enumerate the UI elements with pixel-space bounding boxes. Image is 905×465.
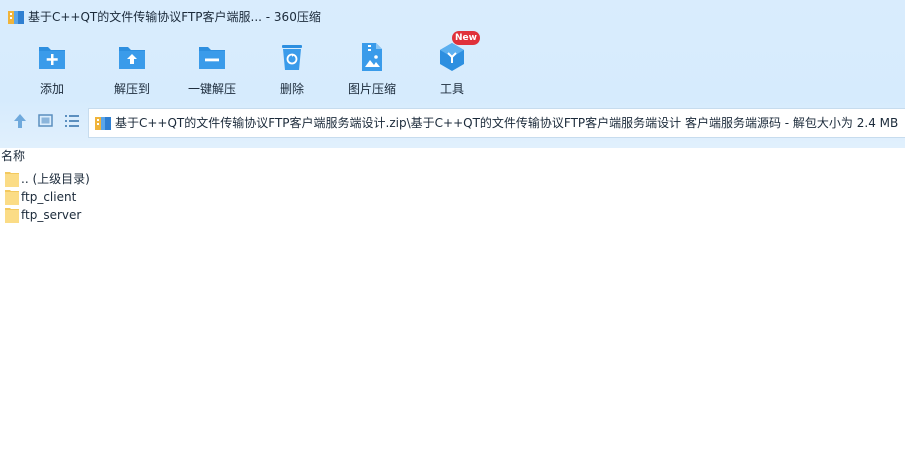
tools-cube-icon (440, 43, 464, 71)
toolbar: 添加 解压到 一键解压 删除 图片压缩 工具 New (0, 31, 905, 100)
image-compress-label: 图片压缩 (347, 82, 396, 96)
delete-label: 删除 (279, 82, 304, 96)
image-compress-button[interactable]: 图片压缩 (337, 40, 407, 98)
quick-extract-label: 一键解压 (187, 82, 236, 96)
quick-extract-button[interactable]: 一键解压 (177, 40, 247, 98)
folder-icon (5, 190, 19, 205)
archive-app-icon (8, 11, 24, 24)
list-item[interactable]: .. (上级目录) (3, 170, 203, 188)
folder-quick-extract-icon (199, 47, 225, 69)
add-label: 添加 (39, 82, 64, 96)
recycle-bin-icon (282, 45, 302, 70)
list-item-name: .. (上级目录) (21, 172, 90, 186)
list-item-name: ftp_client (21, 190, 77, 204)
list-item[interactable]: ftp_server (3, 206, 203, 224)
navigation-bar: 基于C++QT的文件传输协议FTP客户端服务端设计.zip\基于C++QT的文件… (0, 108, 905, 138)
tools-label: 工具 (439, 82, 464, 96)
column-header-name[interactable]: 名称 (0, 148, 25, 164)
extract-to-button[interactable]: 解压到 (97, 40, 167, 98)
list-view-icon[interactable] (63, 112, 81, 130)
delete-button[interactable]: 删除 (257, 40, 327, 98)
thumbnail-view-icon[interactable] (37, 112, 55, 130)
address-path: 基于C++QT的文件传输协议FTP客户端服务端设计.zip\基于C++QT的文件… (115, 116, 899, 130)
app-window: 基于C++QT的文件传输协议FTP客户端服... - 360压缩 添加 解压到 … (0, 0, 905, 465)
add-button[interactable]: 添加 (17, 40, 87, 98)
address-bar[interactable]: 基于C++QT的文件传输协议FTP客户端服务端设计.zip\基于C++QT的文件… (88, 108, 905, 138)
header-area: 基于C++QT的文件传输协议FTP客户端服... - 360压缩 添加 解压到 … (0, 0, 905, 148)
window-title: 基于C++QT的文件传输协议FTP客户端服... - 360压缩 (28, 10, 321, 24)
image-compress-icon (362, 43, 382, 71)
folder-add-icon (39, 47, 65, 69)
archive-file-icon (95, 117, 111, 130)
folder-extract-icon (119, 47, 145, 69)
list-item-name: ftp_server (21, 208, 82, 222)
new-badge: New (452, 31, 480, 45)
up-arrow-icon[interactable] (11, 112, 29, 130)
extract-to-label: 解压到 (113, 82, 150, 96)
list-item[interactable]: ftp_client (3, 188, 203, 206)
title-bar: 基于C++QT的文件传输协议FTP客户端服... - 360压缩 (0, 0, 905, 34)
folder-icon (5, 208, 19, 223)
tools-button[interactable]: 工具 (417, 40, 487, 98)
file-list: 名称 .. (上级目录) ftp_client ftp_server (0, 148, 905, 465)
folder-icon (5, 172, 19, 187)
